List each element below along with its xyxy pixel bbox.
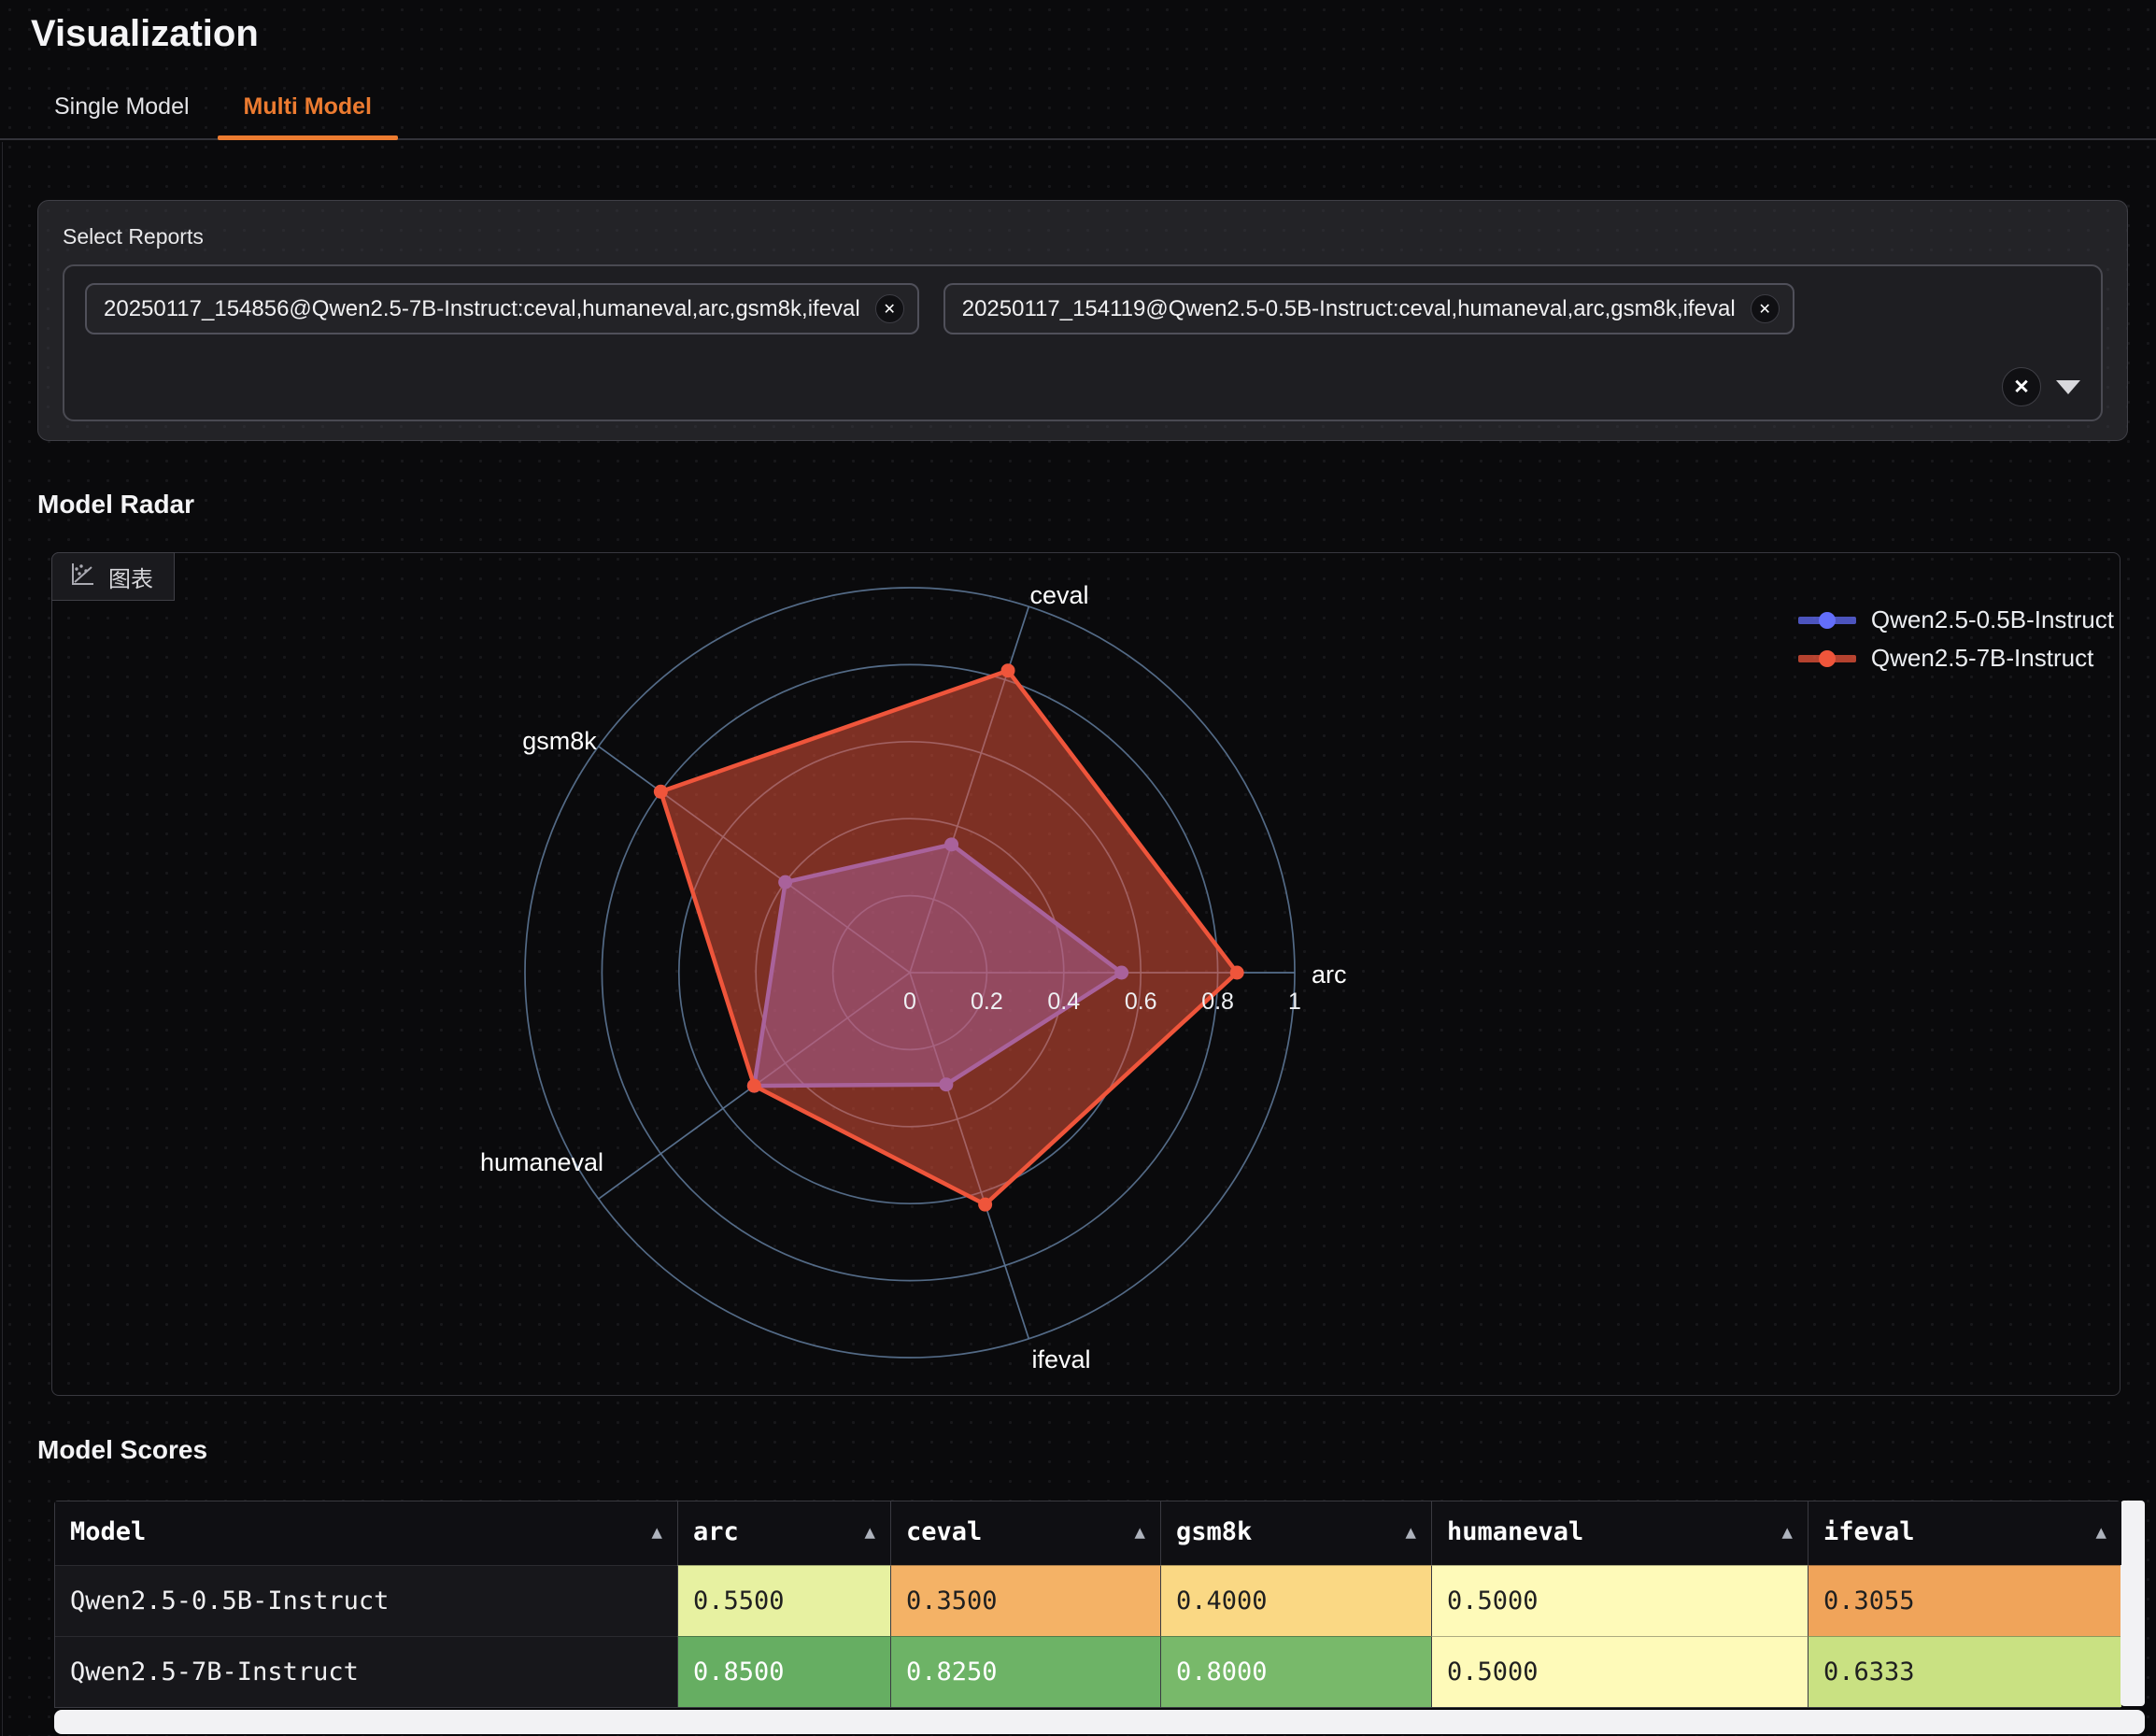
score-cell-humaneval: 0.5000 [1431,1636,1808,1707]
category-label-ifeval: ifeval [1031,1345,1090,1373]
column-header-label: ifeval [1823,1517,1915,1546]
tab-bar: Single Model Multi Model [54,88,2156,138]
legend-line-marker-icon [1798,647,1856,671]
tab-strip: Single Model Multi Model [0,88,2156,140]
multiselect-controls: ✕ [2002,367,2080,406]
chart-legend: Qwen2.5-0.5B-Instruct Qwen2.5-7B-Instruct [1798,605,2114,673]
report-chip-label: 20250117_154856@Qwen2.5-7B-Instruct:ceva… [104,296,860,322]
radar-series-Qwen2.5-7B-Instruct [660,671,1237,1204]
legend-item[interactable]: Qwen2.5-7B-Instruct [1798,644,2114,673]
radar-data-point [747,1079,761,1093]
close-icon[interactable]: ✕ [875,294,904,323]
category-label-ceval: ceval [1029,581,1088,609]
column-header-label: ceval [906,1517,982,1546]
table-horizontal-scrollbar[interactable] [54,1710,2145,1734]
column-header-arc[interactable]: arc ▲ [677,1501,890,1565]
content-left-border [2,142,3,1736]
report-chip[interactable]: 20250117_154119@Qwen2.5-0.5B-Instruct:ce… [943,283,1794,334]
radial-tick-label: 0.8 [1201,989,1234,1015]
sort-ascending-icon[interactable]: ▲ [1135,1501,1145,1563]
category-label-humaneval: humaneval [480,1148,603,1176]
model-radar-panel: 0 0.2 0.4 0.6 0.8 1 arc ceval gsm8k humaneval ifev… [51,552,2121,1396]
selected-report-chips: 20250117_154856@Qwen2.5-7B-Instruct:ceva… [85,283,2080,334]
scatter-plot-icon [67,560,95,594]
tab-single-model[interactable]: Single Model [54,88,190,138]
score-cell-arc: 0.8500 [677,1636,890,1707]
model-name-cell: Qwen2.5-7B-Instruct [55,1636,677,1707]
score-cell-humaneval: 0.5000 [1431,1565,1808,1636]
radial-tick-label: 0 [903,989,916,1015]
radial-tick-label: 0.6 [1125,989,1157,1015]
legend-item[interactable]: Qwen2.5-0.5B-Instruct [1798,605,2114,634]
radial-tick-label: 0.4 [1047,989,1080,1015]
legend-label: Qwen2.5-0.5B-Instruct [1871,605,2114,634]
radar-data-point [978,1198,992,1212]
sort-ascending-icon[interactable]: ▲ [1406,1501,1416,1563]
model-scores-table: Model▲arc▲ceval▲gsm8k▲humaneval▲ifeval▲Q… [54,1501,2145,1734]
radar-chart[interactable]: 0 0.2 0.4 0.6 0.8 1 arc ceval gsm8k humaneval ifev… [52,553,2120,1395]
category-label-gsm8k: gsm8k [522,727,597,755]
page-title: Visualization [31,11,2156,56]
column-header-ifeval[interactable]: ifeval ▲ [1808,1501,2121,1565]
model-name-cell: Qwen2.5-0.5B-Instruct [55,1565,677,1636]
close-icon[interactable]: ✕ [1751,294,1780,323]
radar-data-point [1001,663,1015,677]
table-vertical-scrollbar[interactable] [2121,1501,2145,1706]
sort-ascending-icon[interactable]: ▲ [2096,1501,2106,1563]
score-cell-gsm8k: 0.4000 [1160,1565,1431,1636]
radial-tick-label: 1 [1288,989,1301,1015]
sort-ascending-icon[interactable]: ▲ [652,1501,662,1563]
score-cell-ifeval: 0.3055 [1808,1565,2121,1636]
report-chip[interactable]: 20250117_154856@Qwen2.5-7B-Instruct:ceva… [85,283,919,334]
scores-grid: Model▲arc▲ceval▲gsm8k▲humaneval▲ifeval▲Q… [54,1501,2121,1708]
chart-tab-label: 图表 [108,561,153,593]
reports-multiselect[interactable]: 20250117_154856@Qwen2.5-7B-Instruct:ceva… [63,264,2103,421]
select-reports-panel: Select Reports 20250117_154856@Qwen2.5-7… [37,200,2128,441]
column-header-label: humaneval [1447,1517,1583,1546]
radar-data-point [1230,966,1244,980]
radial-tick-label: 0.2 [971,989,1003,1015]
score-cell-ceval: 0.3500 [890,1565,1160,1636]
close-icon: ✕ [2013,376,2030,399]
sort-ascending-icon[interactable]: ▲ [1782,1501,1793,1563]
legend-line-marker-icon [1798,608,1856,633]
score-cell-ceval: 0.8250 [890,1636,1160,1707]
model-scores-heading: Model Scores [37,1433,2156,1467]
column-header-model[interactable]: Model ▲ [55,1501,677,1565]
score-cell-gsm8k: 0.8000 [1160,1636,1431,1707]
column-header-gsm8k[interactable]: gsm8k ▲ [1160,1501,1431,1565]
column-header-ceval[interactable]: ceval ▲ [890,1501,1160,1565]
radar-data-point [654,785,668,799]
legend-label: Qwen2.5-7B-Instruct [1871,644,2093,673]
column-header-label: arc [693,1517,739,1546]
select-reports-label: Select Reports [63,223,2103,249]
score-cell-arc: 0.5500 [677,1565,890,1636]
caret-down-icon[interactable] [2056,380,2080,394]
clear-all-button[interactable]: ✕ [2002,367,2041,406]
category-label-arc: arc [1312,960,1347,989]
column-header-label: gsm8k [1176,1517,1252,1546]
score-cell-ifeval: 0.6333 [1808,1636,2121,1707]
report-chip-label: 20250117_154119@Qwen2.5-0.5B-Instruct:ce… [962,296,1736,322]
sort-ascending-icon[interactable]: ▲ [865,1501,875,1563]
column-header-humaneval[interactable]: humaneval ▲ [1431,1501,1808,1565]
tab-multi-model[interactable]: Multi Model [244,88,372,138]
chart-tab[interactable]: 图表 [51,552,175,601]
model-radar-heading: Model Radar [37,488,2156,521]
column-header-label: Model [70,1517,146,1546]
